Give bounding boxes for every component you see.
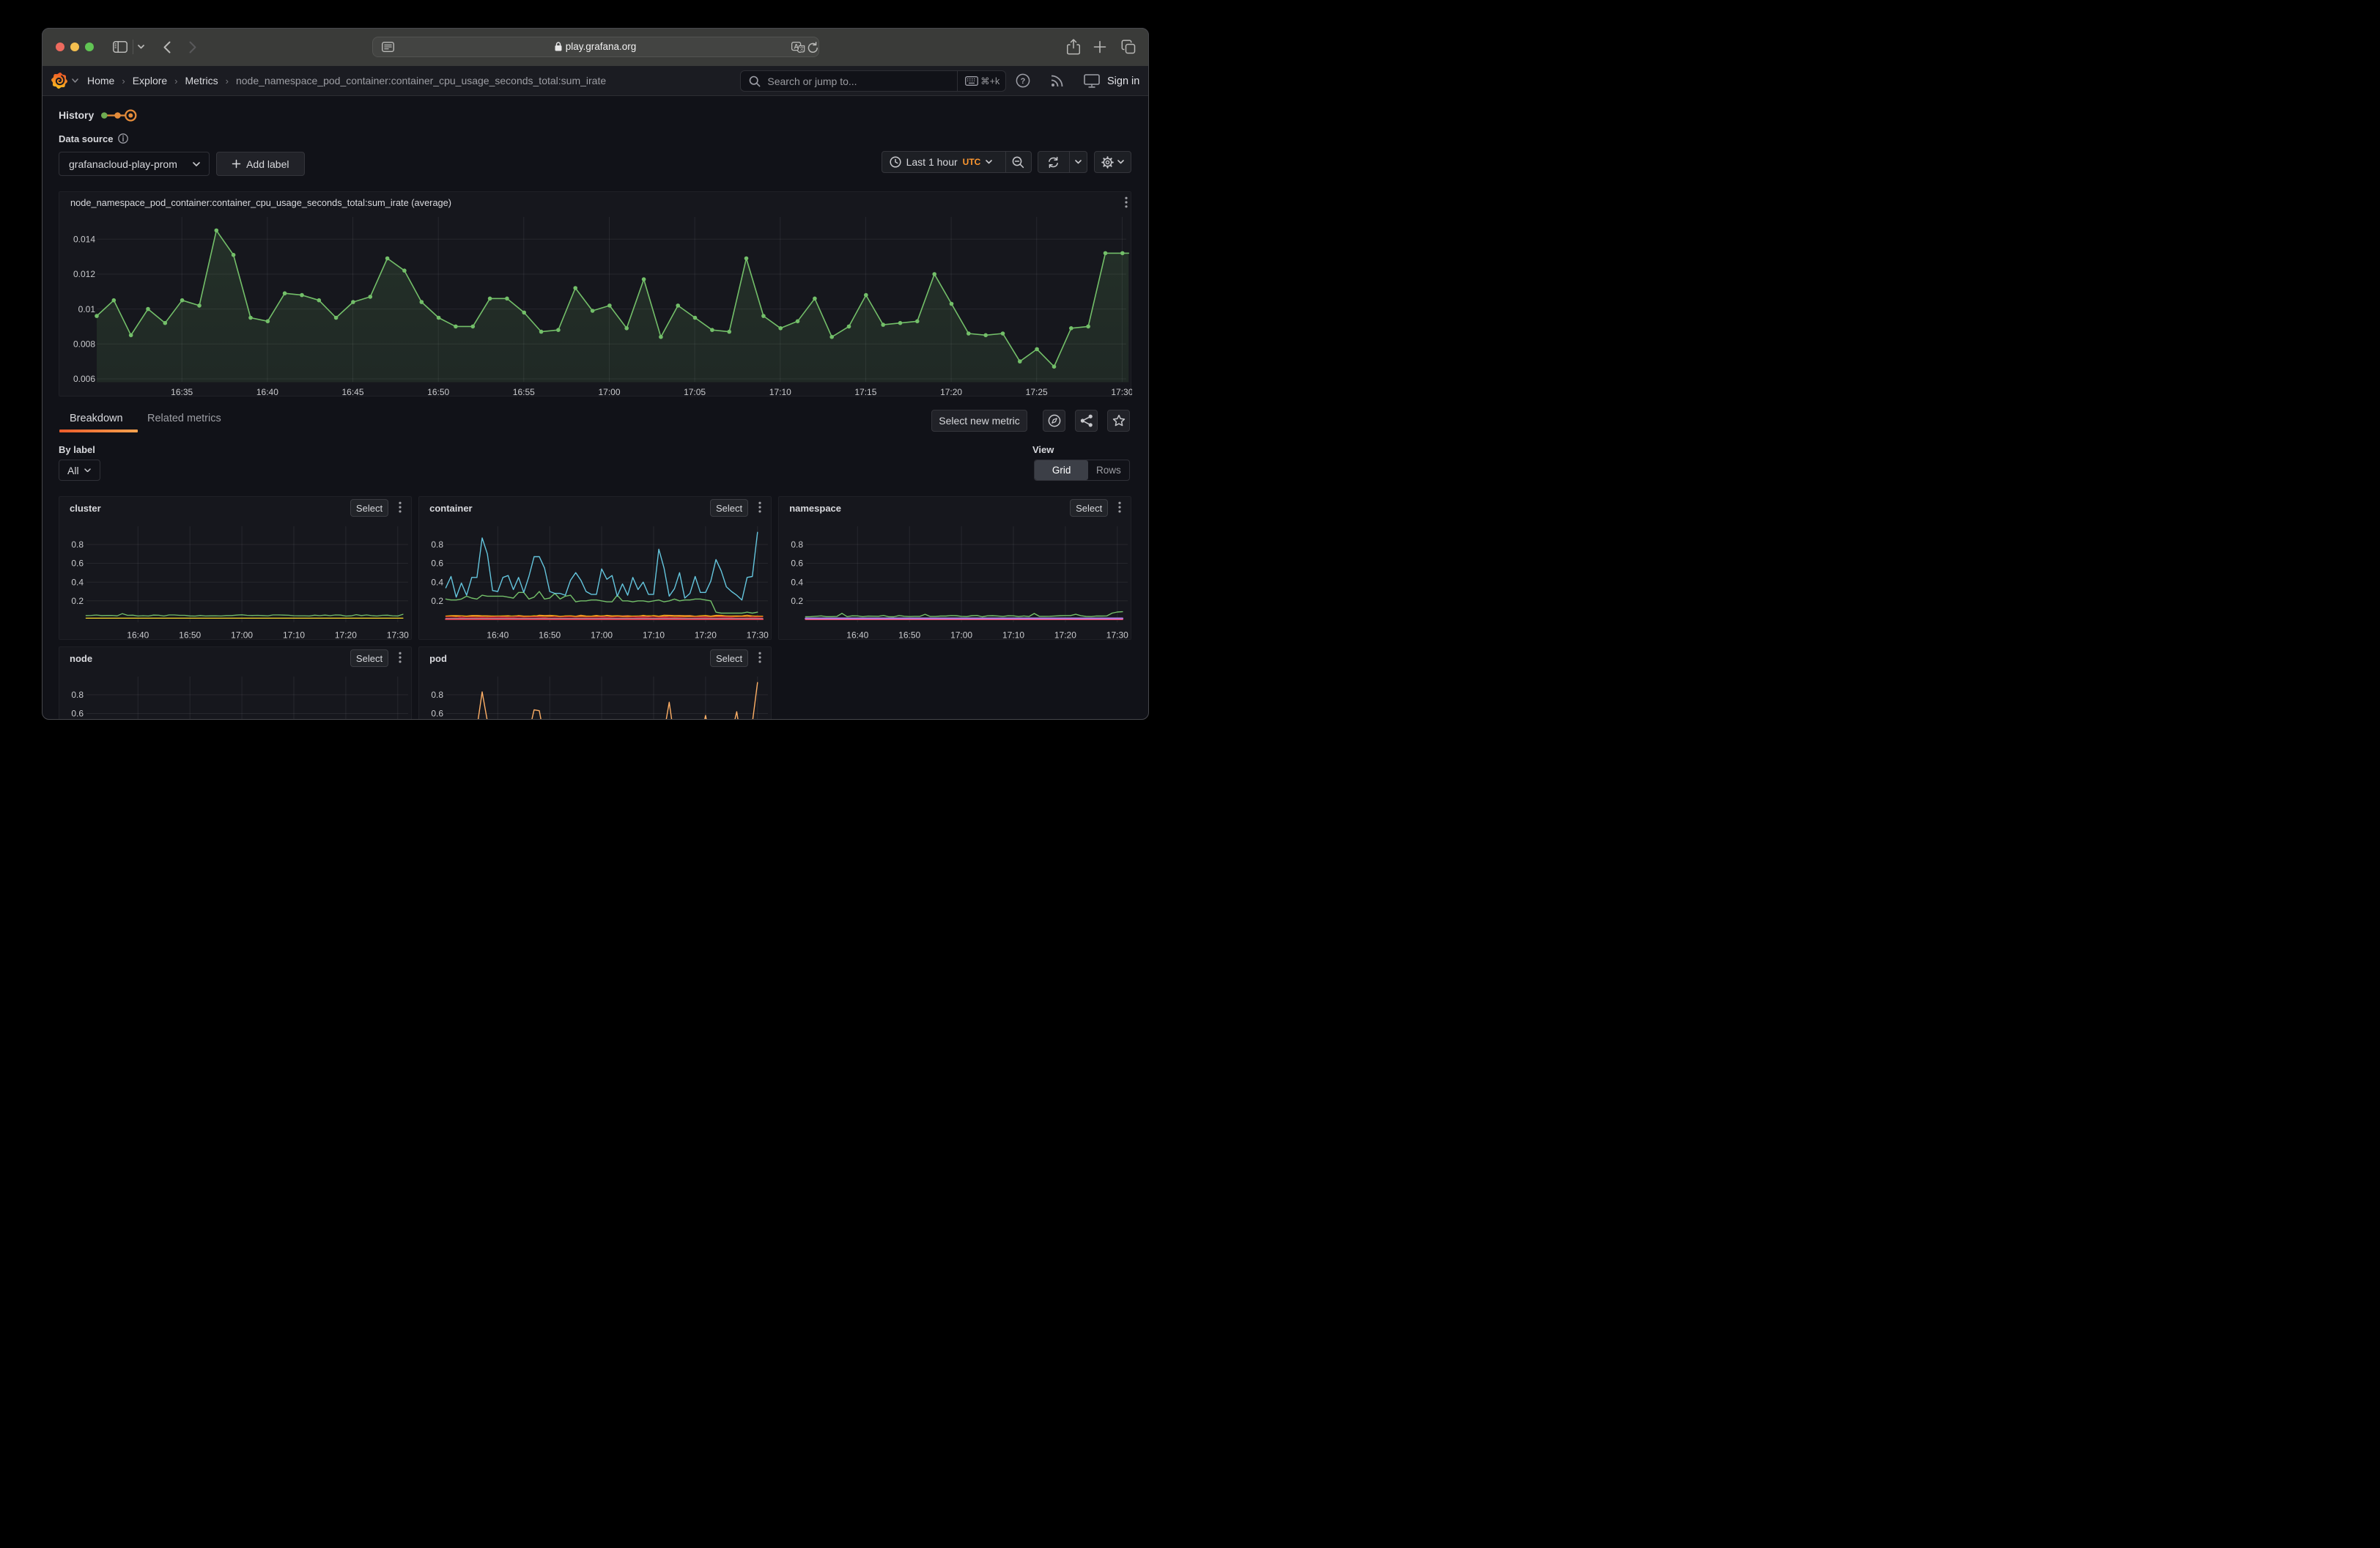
svg-text:0.01: 0.01 xyxy=(78,303,96,314)
svg-text:0.6: 0.6 xyxy=(431,559,443,569)
svg-text:0.4: 0.4 xyxy=(791,577,804,587)
svg-text:0.8: 0.8 xyxy=(71,539,84,550)
svg-text:16:40: 16:40 xyxy=(127,630,149,641)
svg-text:17:05: 17:05 xyxy=(684,387,706,397)
svg-text:16:50: 16:50 xyxy=(179,630,201,641)
svg-text:17:20: 17:20 xyxy=(335,630,357,641)
svg-text:0.6: 0.6 xyxy=(791,559,804,569)
svg-text:0.4: 0.4 xyxy=(431,577,443,587)
svg-text:16:50: 16:50 xyxy=(427,387,449,397)
svg-text:0.012: 0.012 xyxy=(73,269,95,279)
svg-text:17:30: 17:30 xyxy=(387,630,409,641)
svg-text:17:30: 17:30 xyxy=(1106,630,1128,641)
svg-text:0.006: 0.006 xyxy=(73,374,95,384)
svg-text:17:30: 17:30 xyxy=(1111,387,1132,397)
svg-text:?: ? xyxy=(1021,77,1026,86)
svg-text:0.8: 0.8 xyxy=(431,690,443,700)
svg-text:17:25: 17:25 xyxy=(1026,387,1048,397)
svg-text:16:50: 16:50 xyxy=(898,630,920,641)
svg-text:16:55: 16:55 xyxy=(513,387,535,397)
svg-text:17:00: 17:00 xyxy=(598,387,620,397)
svg-text:0.2: 0.2 xyxy=(71,596,84,606)
svg-text:17:30: 17:30 xyxy=(747,630,769,641)
svg-text:0.2: 0.2 xyxy=(431,596,443,606)
svg-text:文: 文 xyxy=(799,45,804,51)
svg-text:0.2: 0.2 xyxy=(791,596,804,606)
svg-text:17:20: 17:20 xyxy=(695,630,717,641)
svg-text:17:10: 17:10 xyxy=(643,630,665,641)
svg-text:0.6: 0.6 xyxy=(431,709,443,719)
svg-text:17:10: 17:10 xyxy=(1002,630,1024,641)
svg-text:17:20: 17:20 xyxy=(940,387,962,397)
svg-text:16:40: 16:40 xyxy=(846,630,868,641)
svg-text:0.8: 0.8 xyxy=(71,690,84,700)
svg-text:17:10: 17:10 xyxy=(769,387,791,397)
svg-text:0.8: 0.8 xyxy=(791,539,804,550)
svg-text:16:45: 16:45 xyxy=(341,387,363,397)
svg-text:0.6: 0.6 xyxy=(71,709,84,719)
svg-text:0.6: 0.6 xyxy=(71,559,84,569)
svg-text:17:10: 17:10 xyxy=(283,630,305,641)
svg-text:16:40: 16:40 xyxy=(487,630,509,641)
svg-text:0.8: 0.8 xyxy=(431,539,443,550)
svg-text:17:00: 17:00 xyxy=(591,630,613,641)
svg-text:17:00: 17:00 xyxy=(950,630,972,641)
svg-text:16:40: 16:40 xyxy=(256,387,278,397)
svg-text:17:15: 17:15 xyxy=(854,387,876,397)
svg-text:0.008: 0.008 xyxy=(73,339,95,349)
svg-text:16:35: 16:35 xyxy=(171,387,193,397)
svg-text:17:20: 17:20 xyxy=(1054,630,1076,641)
svg-text:0.014: 0.014 xyxy=(73,234,95,244)
svg-text:16:50: 16:50 xyxy=(539,630,561,641)
svg-text:17:00: 17:00 xyxy=(231,630,253,641)
svg-text:0.4: 0.4 xyxy=(71,577,84,587)
